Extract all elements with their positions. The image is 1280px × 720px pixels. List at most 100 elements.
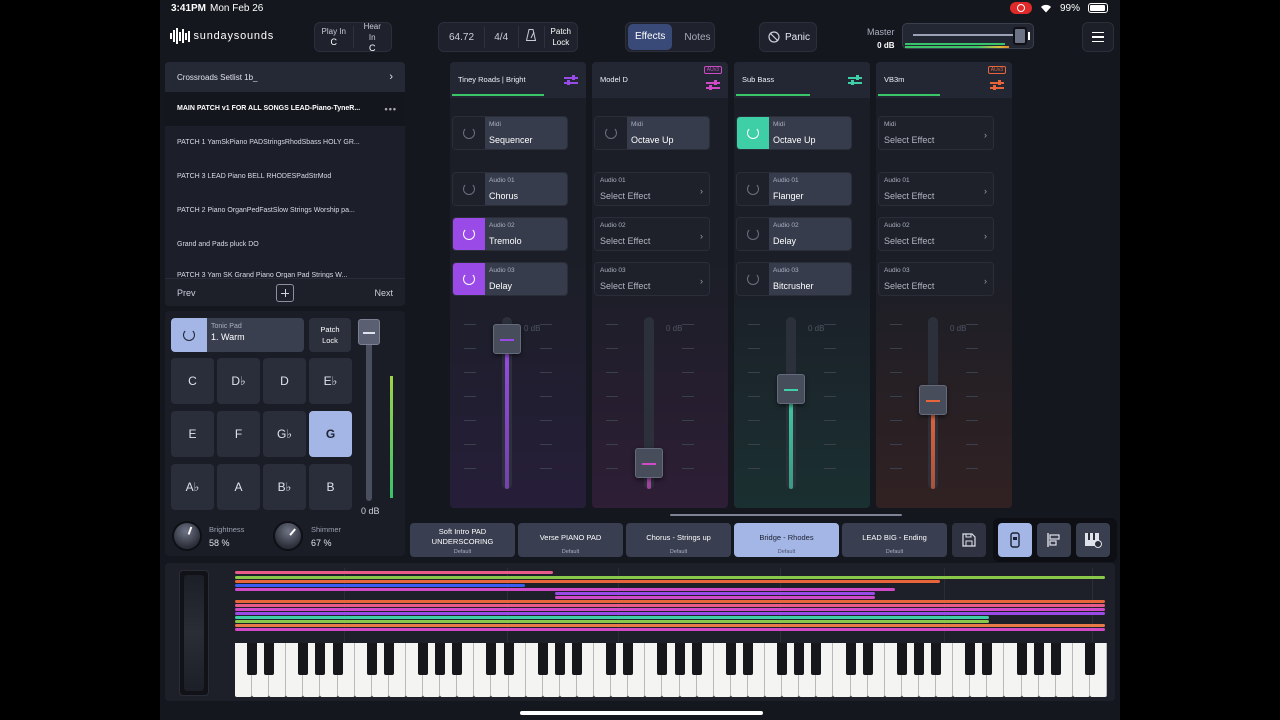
black-key[interactable] <box>315 643 326 675</box>
effect-power-button[interactable] <box>453 218 485 250</box>
tab-effects[interactable]: Effects <box>628 24 673 50</box>
midi-effect-slot[interactable]: Midi Sequencer <box>452 116 568 150</box>
black-key[interactable] <box>298 643 309 675</box>
setlist-item[interactable]: PATCH 2 Piano OrganPedFastSlow Strings W… <box>165 194 405 228</box>
black-key[interactable] <box>383 643 394 675</box>
effect-power-button[interactable] <box>453 263 485 295</box>
prev-button[interactable]: Prev <box>177 288 196 298</box>
setlist-item[interactable]: PATCH 3 LEAD Piano BELL RHODESPadStrMod <box>165 160 405 194</box>
pitch-wheel[interactable] <box>179 570 209 696</box>
setlist-item[interactable]: Grand and Pads pluck DO <box>165 228 405 262</box>
tonic-key-button[interactable]: E♭ <box>309 358 352 404</box>
tempo-value[interactable]: 64.72 <box>439 32 484 43</box>
channel-volume-fader[interactable] <box>635 317 663 489</box>
brightness-knob[interactable] <box>167 516 207 556</box>
black-key[interactable] <box>554 643 565 675</box>
black-key[interactable] <box>794 643 805 675</box>
tonic-power-button[interactable] <box>171 318 207 352</box>
hear-in-button[interactable]: Hear In C <box>354 21 392 54</box>
black-key[interactable] <box>503 643 514 675</box>
tonic-key-button[interactable]: G♭ <box>263 411 306 457</box>
black-key[interactable] <box>418 643 429 675</box>
black-key[interactable] <box>725 643 736 675</box>
keyboard-view-icon[interactable] <box>1076 523 1110 557</box>
midi-effect-slot[interactable]: Midi Select Effect › <box>878 116 994 150</box>
channel-header[interactable]: VB3m AUv3 <box>876 62 1012 98</box>
tonic-key-button[interactable]: B <box>309 464 352 510</box>
black-key[interactable] <box>606 643 617 675</box>
black-key[interactable] <box>742 643 753 675</box>
effect-power-button[interactable] <box>737 117 769 149</box>
channel-settings-icon[interactable] <box>564 74 578 86</box>
black-key[interactable] <box>537 643 548 675</box>
audio-effect-slot[interactable]: Audio 01 Select Effect › <box>878 172 994 206</box>
audio-effect-slot[interactable]: Audio 03 Select Effect › <box>878 262 994 296</box>
panic-button[interactable]: Panic <box>759 22 817 52</box>
black-key[interactable] <box>931 643 942 675</box>
black-key[interactable] <box>811 643 822 675</box>
tonic-key-button[interactable]: B♭ <box>263 464 306 510</box>
black-key[interactable] <box>571 643 582 675</box>
black-key[interactable] <box>486 643 497 675</box>
next-button[interactable]: Next <box>374 288 393 298</box>
tonic-key-button[interactable]: D♭ <box>217 358 260 404</box>
black-key[interactable] <box>1033 643 1044 675</box>
scene-button[interactable]: Soft Intro PAD UNDERSCORING Default <box>410 523 515 557</box>
black-key[interactable] <box>1084 643 1095 675</box>
channel-header[interactable]: Tiney Roads | Bright <box>450 62 586 98</box>
more-options-icon[interactable]: ••• <box>385 92 397 126</box>
audio-effect-slot[interactable]: Audio 03 Select Effect › <box>594 262 710 296</box>
channel-header[interactable]: Model D AUv3 <box>592 62 728 98</box>
tonic-key-button[interactable]: E <box>171 411 214 457</box>
channel-header[interactable]: Sub Bass <box>734 62 870 98</box>
time-signature[interactable]: 4/4 <box>484 32 518 43</box>
effect-power-button[interactable] <box>737 173 769 205</box>
black-key[interactable] <box>691 643 702 675</box>
audio-effect-slot[interactable]: Audio 02 Tremolo <box>452 217 568 251</box>
scene-button[interactable]: Bridge - Rhodes Default <box>734 523 839 557</box>
black-key[interactable] <box>452 643 463 675</box>
tonic-key-button[interactable]: A <box>217 464 260 510</box>
audio-effect-slot[interactable]: Audio 01 Flanger <box>736 172 852 206</box>
black-key[interactable] <box>623 643 634 675</box>
metronome-icon[interactable] <box>518 28 544 46</box>
home-indicator[interactable] <box>520 711 763 715</box>
effect-power-button[interactable] <box>453 117 485 149</box>
tonic-key-button[interactable]: A♭ <box>171 464 214 510</box>
master-volume-slider[interactable] <box>902 23 1034 49</box>
hamburger-menu-icon[interactable] <box>1082 22 1114 52</box>
audio-effect-slot[interactable]: Audio 02 Delay <box>736 217 852 251</box>
scene-button[interactable]: Verse PIANO PAD Default <box>518 523 623 557</box>
channel-volume-fader[interactable] <box>777 317 805 489</box>
black-key[interactable] <box>913 643 924 675</box>
black-key[interactable] <box>965 643 976 675</box>
shimmer-knob[interactable] <box>266 514 310 558</box>
channel-settings-icon[interactable] <box>706 79 720 91</box>
play-in-button[interactable]: Play In C <box>315 26 353 48</box>
fader-thumb[interactable] <box>493 324 521 354</box>
black-key[interactable] <box>896 643 907 675</box>
fader-thumb[interactable] <box>777 374 805 404</box>
tonic-volume-fader[interactable] <box>358 319 380 501</box>
effect-power-button[interactable] <box>737 218 769 250</box>
audio-effect-slot[interactable]: Audio 03 Delay <box>452 262 568 296</box>
tonic-key-button[interactable]: G <box>309 411 352 457</box>
align-view-icon[interactable] <box>1037 523 1071 557</box>
audio-effect-slot[interactable]: Audio 02 Select Effect › <box>878 217 994 251</box>
channel-settings-icon[interactable] <box>848 74 862 86</box>
add-icon[interactable] <box>276 283 294 302</box>
tonic-preset-selector[interactable]: Tonic Pad 1. Warm <box>207 318 304 352</box>
black-key[interactable] <box>332 643 343 675</box>
mixer-view-icon[interactable] <box>998 523 1032 557</box>
black-key[interactable] <box>777 643 788 675</box>
tonic-patch-lock-button[interactable]: Patch Lock <box>309 318 351 352</box>
setlist-item[interactable]: MAIN PATCH v1 FOR ALL SONGS LEAD-Piano-T… <box>165 92 405 126</box>
piano-keyboard[interactable] <box>235 643 1107 697</box>
save-icon[interactable] <box>952 523 986 557</box>
black-key[interactable] <box>862 643 873 675</box>
black-key[interactable] <box>1050 643 1061 675</box>
audio-effect-slot[interactable]: Audio 01 Select Effect › <box>594 172 710 206</box>
tonic-fader-thumb[interactable] <box>358 319 380 345</box>
fader-thumb[interactable] <box>635 448 663 478</box>
black-key[interactable] <box>264 643 275 675</box>
